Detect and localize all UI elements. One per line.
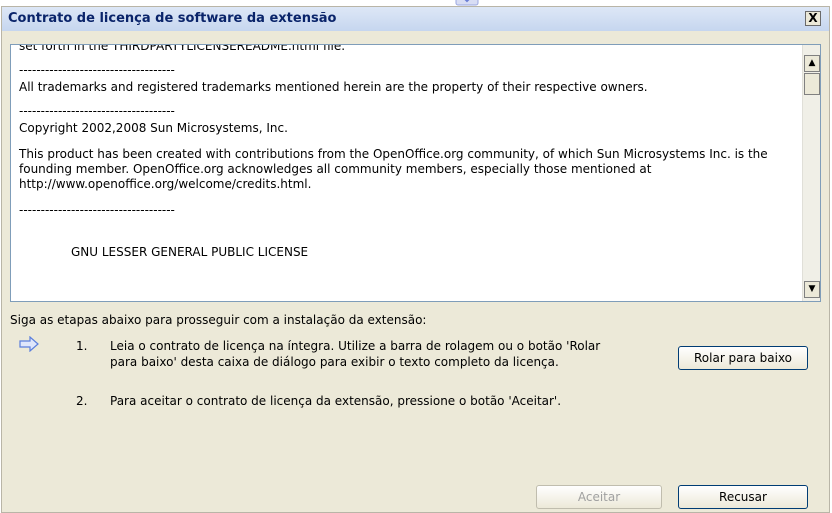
license-paragraph: All trademarks and registered trademarks… (19, 80, 648, 94)
license-heading: GNU LESSER GENERAL PUBLIC LICENSE (71, 245, 309, 259)
separator-line: ------------------------------------ (19, 104, 175, 118)
arrow-right-icon (19, 336, 39, 352)
license-paragraph: This product has been created with contr… (19, 147, 768, 191)
license-content: set forth in the THIRDPARTYLICENSEREADME… (19, 44, 789, 271)
accept-button[interactable]: Aceitar (536, 485, 662, 509)
step-text: Para aceitar o contrato de licença da ex… (110, 394, 562, 408)
step-number: 2. (76, 394, 88, 408)
vertical-scrollbar[interactable]: ▲ ▼ (802, 45, 820, 301)
scroll-up-arrow-icon[interactable]: ▲ (804, 55, 820, 72)
license-paragraph: set forth in the THIRDPARTYLICENSEREADME… (19, 44, 346, 53)
dialog-title: Contrato de licença de software da exten… (8, 11, 337, 26)
license-text-area[interactable]: set forth in the THIRDPARTYLICENSEREADME… (10, 44, 821, 302)
step-text: Leia o contrato de licença na íntegra. U… (110, 339, 601, 353)
scroll-thumb[interactable] (804, 73, 820, 95)
close-button[interactable]: X (805, 11, 821, 26)
separator-line: ------------------------------------ (19, 203, 175, 217)
step-number: 1. (76, 339, 88, 353)
license-paragraph: Copyright 2002,2008 Sun Microsystems, In… (19, 121, 288, 135)
scroll-down-arrow-icon[interactable]: ▼ (804, 281, 820, 298)
separator-line: ------------------------------------ (19, 63, 175, 77)
license-dialog: Contrato de licença de software da exten… (1, 6, 830, 513)
decline-button[interactable]: Recusar (678, 485, 808, 509)
title-bar: Contrato de licença de software da exten… (2, 7, 829, 31)
scroll-down-button[interactable]: Rolar para baixo (678, 346, 808, 370)
step-text: para baixo' desta caixa de diálogo para … (110, 355, 559, 369)
instructions-heading: Siga as etapas abaixo para prosseguir co… (10, 313, 427, 327)
